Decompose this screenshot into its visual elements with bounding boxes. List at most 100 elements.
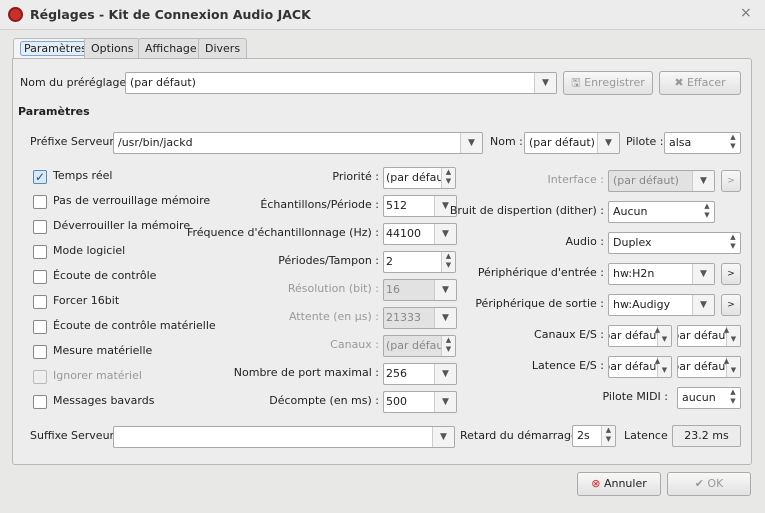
- checkbox-label: Ignorer matériel: [53, 369, 142, 382]
- checkbox: [33, 370, 47, 384]
- input-device-select[interactable]: hw:H2n ▼: [608, 263, 715, 285]
- preset-value: (par défaut): [130, 76, 196, 89]
- save-button[interactable]: 🖫 Enregistrer: [563, 71, 653, 95]
- chevron-down-icon: ▼: [534, 73, 556, 93]
- checkbox[interactable]: [33, 295, 47, 309]
- tab-affichage[interactable]: Affichage: [138, 38, 204, 59]
- channels-io-in-spin[interactable]: (par défaut)▲▼: [608, 325, 672, 347]
- window-title: Réglages - Kit de Connexion Audio JACK: [30, 7, 311, 22]
- field-value: (par défaut): [613, 174, 679, 187]
- cancel-button[interactable]: ⊗ Annuler: [577, 472, 661, 496]
- server-prefix-combo[interactable]: /usr/bin/jackd ▼: [113, 132, 483, 154]
- section-heading: Paramètres: [18, 105, 90, 118]
- channels-io-label: Canaux E/S :: [534, 328, 604, 341]
- field-label: Priorité :: [332, 170, 379, 183]
- updown-icon: ▲ ▼: [730, 233, 736, 250]
- checkbox-label: Écoute de contrôle: [53, 269, 157, 282]
- close-icon[interactable]: ×: [740, 5, 752, 21]
- field-value: 512: [386, 199, 407, 212]
- chevron-down-icon: ▼: [460, 133, 482, 153]
- updown-icon: ▲ ▼: [704, 202, 710, 219]
- dither-label: Bruit de dispertion (dither) :: [449, 204, 604, 217]
- driver-label: Pilote :: [626, 135, 664, 148]
- output-device-select[interactable]: hw:Audigy ▼: [608, 294, 715, 316]
- checkbox[interactable]: [33, 345, 47, 359]
- input-device-label: Périphérique d'entrée :: [477, 266, 604, 279]
- start-delay-label: Retard du démarrage :: [460, 429, 585, 442]
- field-value: hw:H2n: [613, 267, 655, 280]
- latency-value: 23.2 ms: [672, 425, 741, 447]
- input-device-more-button[interactable]: >: [721, 263, 741, 285]
- spin-icon: ▲ ▼: [724, 357, 740, 377]
- output-device-more-button[interactable]: >: [721, 294, 741, 316]
- latency-io-out-spin[interactable]: (par défaut)▲▼: [677, 356, 741, 378]
- ok-button[interactable]: ✔ OK: [667, 472, 751, 496]
- checkbox-label: Forcer 16bit: [53, 294, 120, 307]
- app-icon: [8, 7, 23, 22]
- field-label: Attente (en µs) :: [288, 310, 379, 323]
- dither-select[interactable]: Aucun ▲ ▼: [608, 201, 715, 223]
- ok-label: OK: [707, 477, 724, 490]
- driver-select[interactable]: alsa ▲ ▼: [664, 132, 741, 154]
- cancel-label: Annuler: [603, 477, 647, 490]
- channels-io-out-spin[interactable]: (par défaut)▲▼: [677, 325, 741, 347]
- tab-divers[interactable]: Divers: [198, 38, 248, 59]
- interface-more-button: >: [721, 170, 741, 192]
- midi-driver-select[interactable]: aucun ▲ ▼: [677, 387, 741, 409]
- audio-label: Audio :: [565, 235, 604, 248]
- field-label: Nombre de port maximal :: [233, 366, 379, 379]
- field-value: Duplex: [613, 236, 652, 249]
- chevron-down-icon: ▼: [432, 427, 454, 447]
- preset-combo[interactable]: (par défaut) ▼: [125, 72, 557, 94]
- checkbox[interactable]: ✓: [33, 170, 47, 184]
- midi-driver-label: Pilote MIDI :: [602, 390, 668, 403]
- server-prefix-value: /usr/bin/jackd: [118, 136, 193, 149]
- field-value: 44100: [386, 227, 421, 240]
- cancel-icon: ⊗: [591, 477, 604, 490]
- field-value: aucun: [682, 391, 716, 404]
- spin-icon: ▲ ▼: [724, 326, 740, 346]
- checkbox[interactable]: [33, 220, 47, 234]
- checkbox[interactable]: [33, 270, 47, 284]
- audio-select[interactable]: Duplex ▲ ▼: [608, 232, 741, 254]
- tab-label: Divers: [205, 42, 241, 55]
- spin-icon: ▲ ▼: [655, 326, 671, 346]
- tab-label: Options: [91, 42, 134, 55]
- driver-value: alsa: [669, 136, 692, 149]
- chevron-down-icon: ▼: [692, 264, 714, 284]
- delete-button[interactable]: ✖ Effacer: [659, 71, 741, 95]
- name-combo[interactable]: (par défaut) ▼: [524, 132, 620, 154]
- field-label: Échantillons/Période :: [260, 198, 379, 211]
- checkbox[interactable]: [33, 245, 47, 259]
- checkbox[interactable]: [33, 195, 47, 209]
- checkbox-label: Temps réel: [53, 169, 113, 182]
- interface-select: (par défaut) ▼: [608, 170, 715, 192]
- tab-label: Affichage: [145, 42, 197, 55]
- server-suffix-combo[interactable]: ▼: [113, 426, 455, 448]
- latency-io-in-spin[interactable]: (par défaut)▲▼: [608, 356, 672, 378]
- field-value: hw:Audigy: [613, 298, 671, 311]
- updown-icon: ▲ ▼: [730, 388, 736, 405]
- chevron-down-icon: ▼: [692, 171, 714, 191]
- checkbox-label: Mode logiciel: [53, 244, 126, 257]
- tab-options[interactable]: Options: [84, 38, 141, 59]
- field-label: Périodes/Tampon :: [278, 254, 379, 267]
- name-value: (par défaut): [529, 136, 595, 149]
- checkbox[interactable]: [33, 395, 47, 409]
- check-icon: ✔: [694, 477, 708, 490]
- delete-icon: ✖: [674, 76, 688, 89]
- latency-label: Latence :: [624, 429, 675, 442]
- field-value: 256: [386, 367, 407, 380]
- checkbox[interactable]: [33, 320, 47, 334]
- interface-label: Interface :: [547, 173, 604, 186]
- start-delay-spin[interactable]: 2s ▲ ▼: [572, 425, 616, 447]
- output-device-label: Périphérique de sortie :: [475, 297, 604, 310]
- spin-icon: ▲ ▼: [601, 426, 615, 446]
- title-bar: Réglages - Kit de Connexion Audio JACK ×: [0, 0, 765, 30]
- save-label: Enregistrer: [584, 76, 645, 89]
- spin-icon: ▲ ▼: [655, 357, 671, 377]
- updown-icon: ▲ ▼: [730, 133, 736, 150]
- name-label: Nom :: [490, 135, 523, 148]
- server-suffix-label: Suffixe Serveur :: [30, 429, 122, 442]
- chevron-down-icon: ▼: [692, 295, 714, 315]
